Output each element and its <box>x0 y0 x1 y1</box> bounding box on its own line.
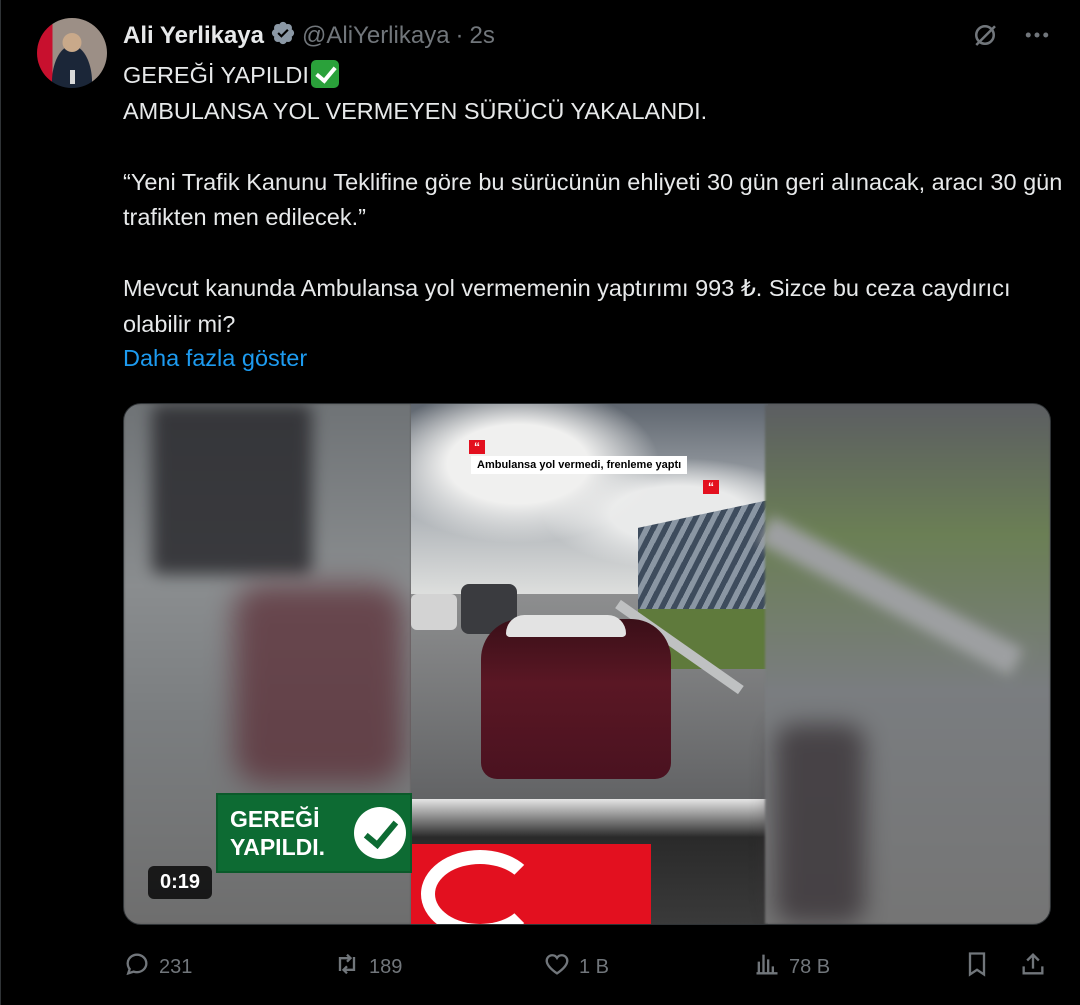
bookmark-icon <box>963 950 991 984</box>
show-more-link[interactable]: Daha fazla göster <box>123 345 307 372</box>
tweet-line-2: AMBULANSA YOL VERMEYEN SÜRÜCÜ YAKALANDI. <box>123 97 708 124</box>
tweet-timestamp[interactable]: 2s <box>470 22 495 50</box>
views-icon <box>753 950 781 984</box>
video-frame: “ Ambulansa yol vermedi, frenleme yaptı … <box>411 404 768 924</box>
separator-dot: · <box>455 22 464 49</box>
tweet-text: GEREĞİ YAPILDI AMBULANSA YOL VERMEYEN SÜR… <box>123 58 1063 342</box>
turkish-flag <box>411 844 651 924</box>
reply-count: 231 <box>159 955 193 978</box>
repost-count: 189 <box>369 955 403 978</box>
video-duration: 0:19 <box>148 866 213 899</box>
tweet-actions: 231 189 1 B 78 B <box>123 950 1051 984</box>
author-avatar[interactable] <box>37 18 107 88</box>
video-player[interactable]: “ Ambulansa yol vermedi, frenleme yaptı … <box>123 403 1051 925</box>
video-headline: Ambulansa yol vermedi, frenleme yaptı <box>471 456 688 474</box>
repost-button[interactable]: 189 <box>333 950 402 984</box>
badge-check-icon <box>354 807 406 859</box>
bookmark-button[interactable] <box>963 950 991 984</box>
tweet[interactable]: Ali Yerlikaya @AliYerlikaya · 2s GEREĞİ … <box>0 0 1080 1005</box>
author-handle[interactable]: @AliYerlikaya <box>302 22 450 50</box>
views-count: 78 B <box>789 955 831 978</box>
gereği-yapildi-badge: GEREĞİ YAPILDI. <box>216 793 412 873</box>
tweet-header: Ali Yerlikaya @AliYerlikaya · 2s <box>123 20 495 52</box>
verified-badge-icon <box>270 20 296 53</box>
badge-text: GEREĞİ YAPILDI. <box>230 806 326 860</box>
grok-icon[interactable] <box>970 20 1000 55</box>
repost-icon <box>333 950 361 984</box>
quote-mark-open: “ <box>469 440 485 454</box>
top-actions <box>970 20 1052 55</box>
reply-button[interactable]: 231 <box>123 950 192 984</box>
more-icon[interactable] <box>1022 20 1052 55</box>
tweet-paragraph-3: Mevcut kanunda Ambulansa yol vermemenin … <box>123 275 1018 337</box>
quote-mark-close: “ <box>703 480 719 494</box>
share-icon <box>1019 950 1047 984</box>
like-button[interactable]: 1 B <box>543 950 609 984</box>
share-button[interactable] <box>1019 950 1047 984</box>
reply-icon <box>123 950 151 984</box>
heart-icon <box>543 950 571 984</box>
video-blur-right <box>757 404 1050 924</box>
tweet-line-1: GEREĞİ YAPILDI <box>123 62 309 88</box>
views-button[interactable]: 78 B <box>753 950 830 984</box>
check-mark-icon <box>310 60 339 88</box>
tweet-quote: “Yeni Trafik Kanunu Teklifine göre bu sü… <box>123 168 1069 231</box>
author-name[interactable]: Ali Yerlikaya <box>123 22 264 50</box>
like-count: 1 B <box>579 955 610 978</box>
